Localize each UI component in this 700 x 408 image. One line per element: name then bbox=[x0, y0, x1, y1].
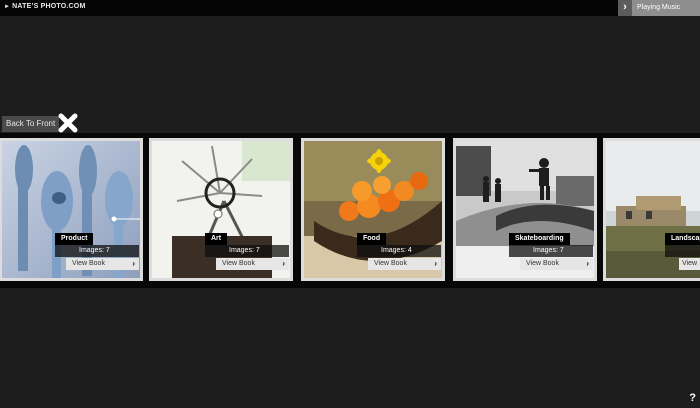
gallery-card-food[interactable]: Food Images: 4 View Book › bbox=[301, 138, 445, 281]
view-book-button[interactable]: View Book › bbox=[520, 258, 593, 270]
view-book-label: View Book bbox=[222, 260, 255, 267]
view-book-button[interactable]: View bbox=[679, 258, 700, 270]
gallery-card-landscape[interactable]: Landscape View bbox=[603, 138, 700, 281]
view-book-button[interactable]: View Book › bbox=[368, 258, 441, 270]
chevron-right-icon: › bbox=[434, 259, 437, 268]
card-category: Skateboarding bbox=[509, 233, 570, 245]
card-category: Food bbox=[357, 233, 387, 245]
view-book-label: View Book bbox=[374, 260, 407, 267]
card-image-count: Images: 7 bbox=[509, 245, 593, 257]
card-category: Landscape bbox=[665, 233, 700, 245]
gallery-card-skateboarding[interactable]: Skateboarding Images: 7 View Book › bbox=[453, 138, 597, 281]
help-icon[interactable]: ? bbox=[689, 392, 696, 404]
card-image-count: Images: 7 bbox=[205, 245, 289, 257]
chevron-right-icon: › bbox=[618, 0, 632, 16]
site-logo-text: NATE’S PHOTO.COM bbox=[12, 3, 86, 10]
view-book-button[interactable]: View Book › bbox=[216, 258, 289, 270]
chevron-right-icon: › bbox=[132, 259, 135, 268]
chevron-right-icon: › bbox=[282, 259, 285, 268]
close-icon[interactable] bbox=[57, 112, 79, 134]
gallery-card-art[interactable]: Art Images: 7 View Book › bbox=[149, 138, 293, 281]
card-image-count: Images: 7 bbox=[55, 245, 139, 257]
site-logo[interactable]: ► NATE’S PHOTO.COM bbox=[4, 3, 85, 10]
music-label: Playing Music bbox=[637, 4, 681, 11]
card-category: Product bbox=[55, 233, 94, 245]
view-book-label: View Book bbox=[526, 260, 559, 267]
chevron-right-icon: › bbox=[586, 259, 589, 268]
view-book-label: View bbox=[682, 260, 698, 267]
back-to-front-button[interactable]: Back To Front bbox=[2, 116, 60, 132]
card-category: Art bbox=[205, 233, 228, 245]
view-book-button[interactable]: View Book › bbox=[66, 258, 139, 270]
music-toggle[interactable]: › Playing Music bbox=[618, 0, 700, 16]
gallery-card-product[interactable]: Product Images: 7 View Book › bbox=[0, 138, 143, 281]
top-bar: ► NATE’S PHOTO.COM › Playing Music bbox=[0, 0, 700, 16]
view-book-label: View Book bbox=[72, 260, 105, 267]
logo-arrow-icon: ► bbox=[4, 4, 11, 10]
card-image-count: Images: 4 bbox=[357, 245, 441, 257]
card-image-count bbox=[665, 245, 700, 257]
